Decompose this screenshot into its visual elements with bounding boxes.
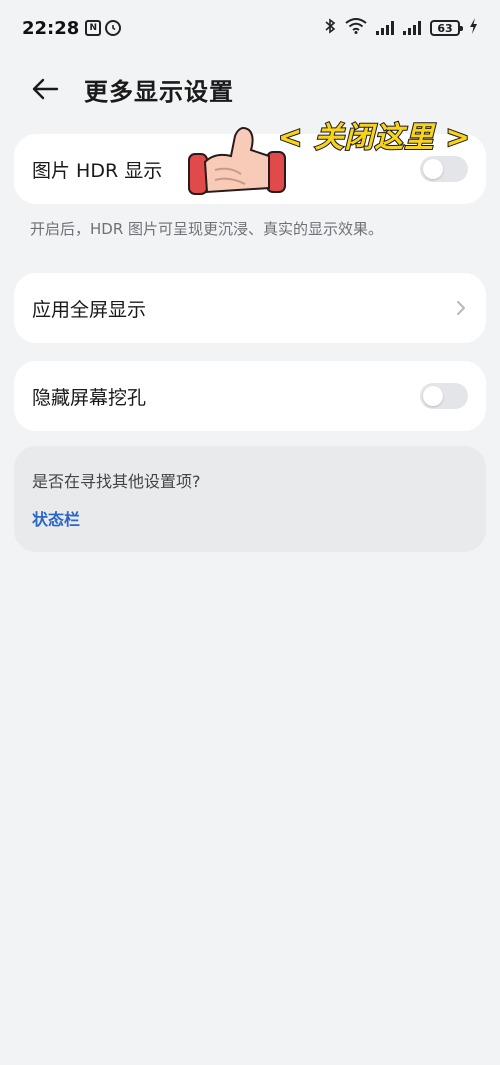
bluetooth-icon (324, 18, 336, 38)
toggle-knob (423, 386, 443, 406)
status-left-icons: N (85, 20, 122, 36)
status-time: 22:28 (22, 17, 80, 39)
hdr-description: 开启后，HDR 图片可呈现更沉浸、真实的显示效果。 (30, 220, 384, 238)
back-arrow-icon[interactable] (30, 74, 60, 104)
app-fullscreen-label: 应用全屏显示 (32, 298, 147, 321)
chevron-right-icon (457, 301, 465, 315)
screen: 22:28 N 63 更多显示设置 图片 HDR 显示 开启后，HDR 图片可呈… (0, 0, 500, 1065)
toggle-knob (423, 159, 443, 179)
page-title: 更多显示设置 (84, 77, 234, 106)
settings-suggestion: 是否在寻找其他设置项? 状态栏 (14, 446, 486, 552)
signal-icon-sim1 (376, 21, 394, 35)
pointing-hand-icon (188, 127, 286, 195)
suggestion-question: 是否在寻找其他设置项? (32, 472, 201, 491)
alarm-icon (105, 20, 122, 36)
nfc-icon: N (85, 20, 102, 36)
app-fullscreen-row[interactable]: 应用全屏显示 (14, 273, 486, 343)
status-bar: 22:28 N 63 (0, 0, 500, 56)
hide-notch-toggle[interactable] (420, 383, 468, 409)
hide-notch-label: 隐藏屏幕挖孔 (32, 386, 147, 409)
charging-icon (469, 18, 478, 38)
battery-level: 63 (437, 21, 453, 35)
signal-icon-sim2 (403, 21, 421, 35)
hide-notch-row[interactable]: 隐藏屏幕挖孔 (14, 361, 486, 431)
battery-icon: 63 (430, 20, 463, 36)
hdr-setting-label: 图片 HDR 显示 (32, 159, 163, 182)
status-right-icons: 63 (324, 18, 478, 38)
annotation-label: < 关闭这里 > (277, 119, 471, 155)
header: 更多显示设置 (0, 64, 500, 114)
hdr-toggle[interactable] (420, 156, 468, 182)
wifi-icon (345, 18, 367, 38)
status-bar-link[interactable]: 状态栏 (32, 506, 468, 530)
